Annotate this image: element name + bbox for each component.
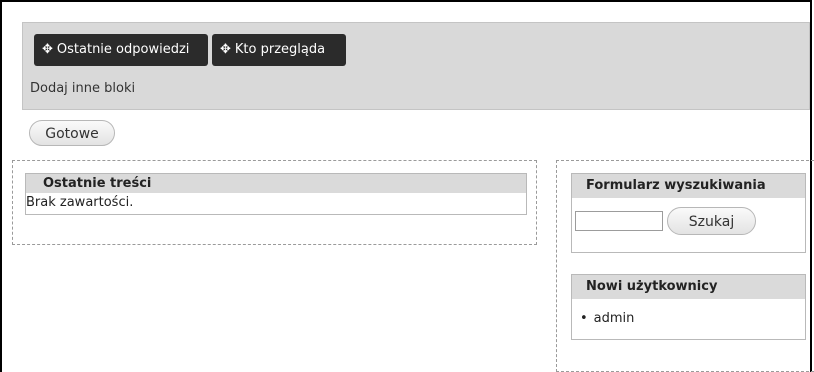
move-icon[interactable]: ✥ [220,34,231,66]
search-input[interactable] [575,211,663,231]
draggable-block-label: Kto przegląda [234,42,326,57]
content-region: Ostatnie treści Brak zawartości. [12,160,537,245]
draggable-block-recent-replies[interactable]: ✥ Ostatnie odpowiedzi [34,34,208,66]
draggable-block-label: Ostatnie odpowiedzi [56,42,190,57]
users-list: admin [572,299,805,326]
add-blocks-link[interactable]: Dodaj inne bloki [30,81,135,96]
draggable-block-who-is-online[interactable]: ✥ Kto przegląda [212,34,346,66]
block-title: Ostatnie treści [26,174,526,193]
new-users-block: Nowi użytkownicy admin [571,274,806,340]
search-button[interactable]: Szukaj [667,207,756,235]
block-title: Nowi użytkownicy [572,275,805,299]
user-link[interactable]: admin [580,311,805,326]
search-form-block: Formularz wyszukiwania Szukaj [571,173,806,253]
empty-content-text: Brak zawartości. [26,195,134,210]
block-title: Formularz wyszukiwania [572,174,805,198]
page-frame: ✥ Ostatnie odpowiedzi ✥ Kto przegląda Doda… [0,0,814,372]
sidebar-region: Formularz wyszukiwania Szukaj Nowi użytk… [556,160,814,372]
block-demo-region: ✥ Ostatnie odpowiedzi ✥ Kto przegląda Doda… [22,22,810,110]
recent-content-block: Ostatnie treści Brak zawartości. [25,173,527,215]
move-icon[interactable]: ✥ [42,34,53,66]
done-button[interactable]: Gotowe [29,120,115,146]
